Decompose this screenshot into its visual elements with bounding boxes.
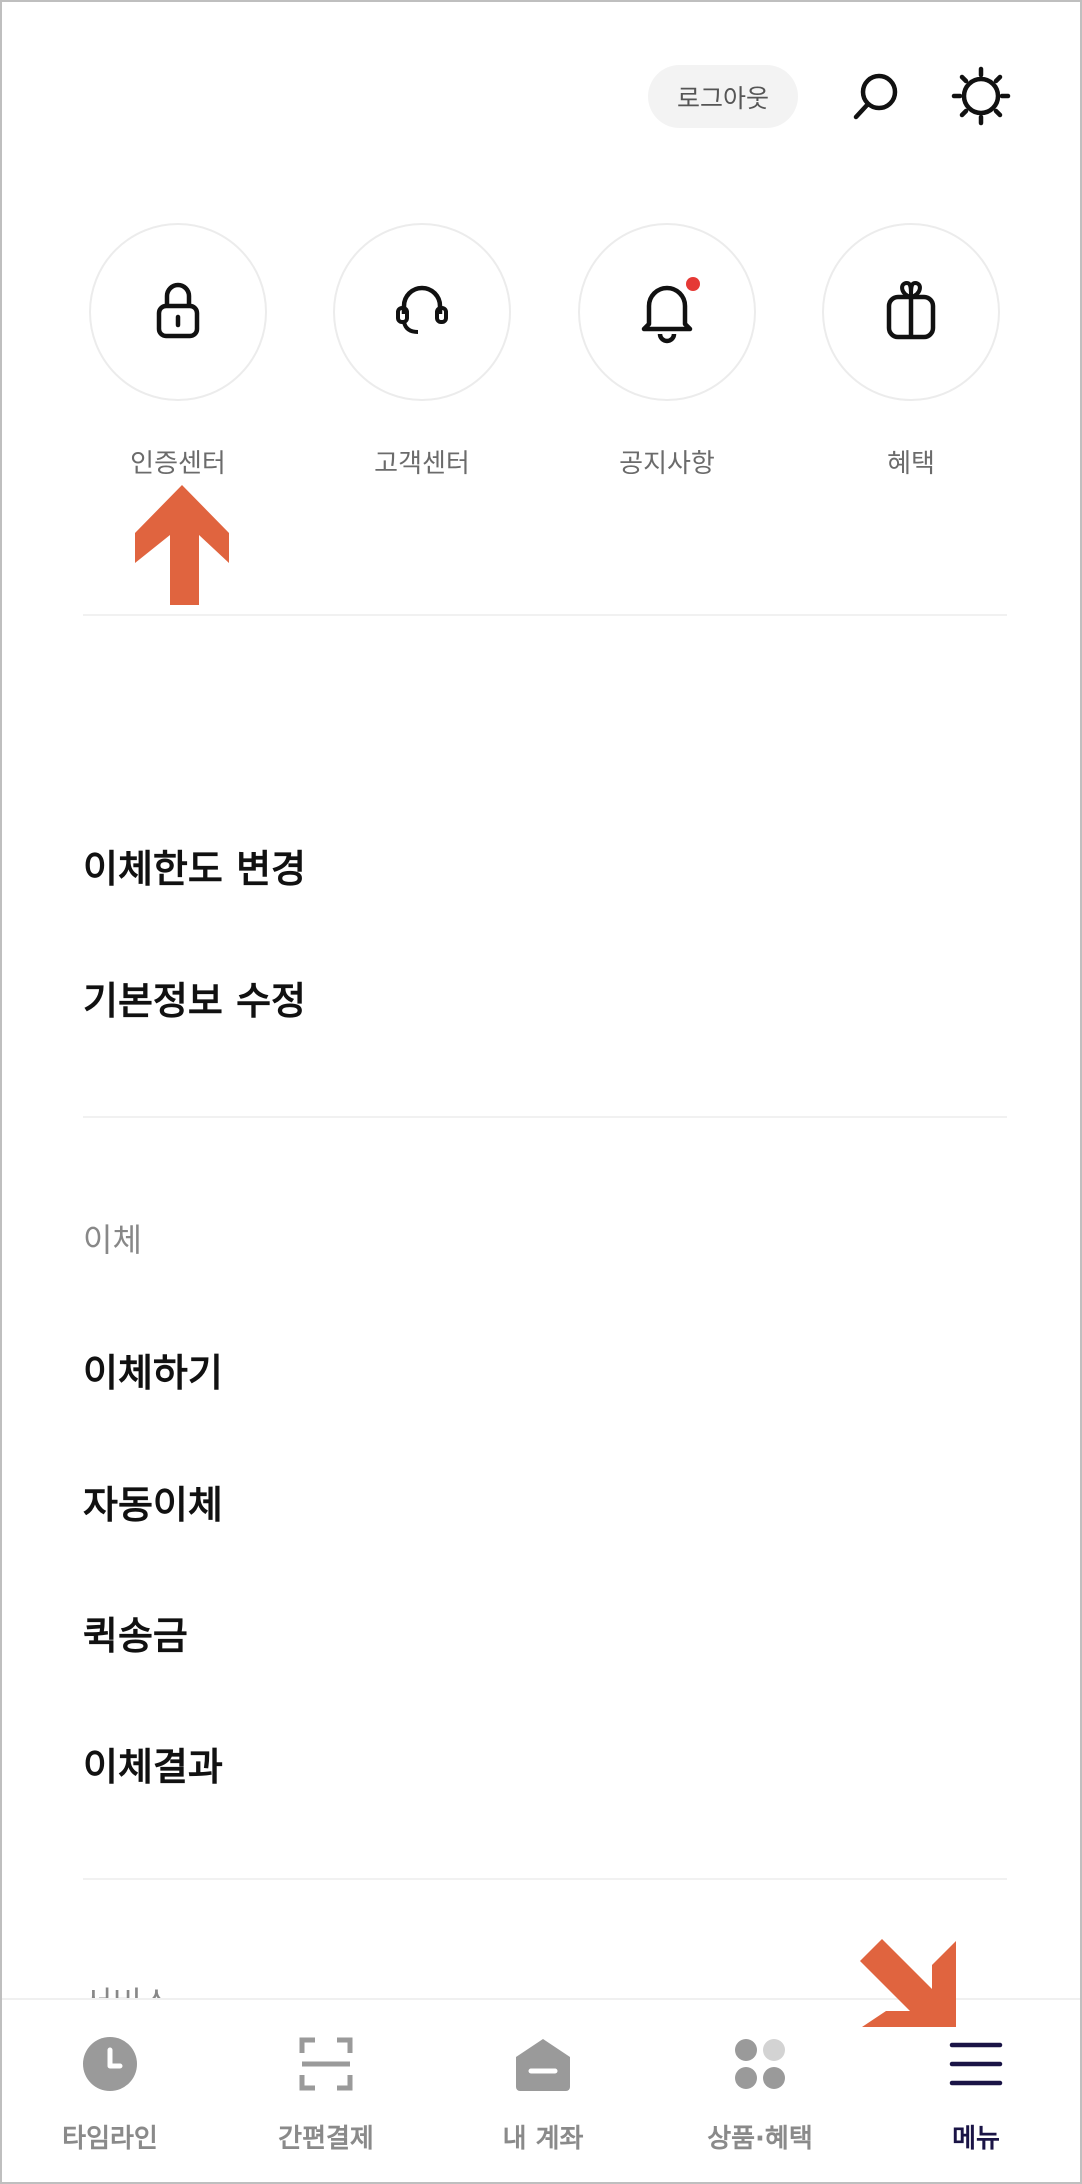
quick-item-notices[interactable]: 공지사항 xyxy=(577,223,757,480)
nav-item-timeline[interactable]: 타임라인 xyxy=(2,2000,218,2182)
nav-item-products-benefits[interactable]: 상품·혜택 xyxy=(652,2000,868,2182)
menu-item-auto-transfer[interactable]: 자동이체 xyxy=(83,1474,223,1529)
divider xyxy=(83,614,1007,616)
gift-icon xyxy=(881,277,941,347)
quick-item-circle xyxy=(89,223,267,401)
quick-item-circle xyxy=(333,223,511,401)
nav-item-my-account[interactable]: 내 계좌 xyxy=(435,2000,651,2182)
clock-icon xyxy=(78,2032,142,2096)
annotation-arrow-down-right-icon xyxy=(860,1931,956,2031)
quick-item-benefits[interactable]: 혜택 xyxy=(821,223,1001,480)
quick-item-circle xyxy=(578,223,756,401)
scan-icon xyxy=(294,2032,358,2096)
notification-badge xyxy=(686,277,700,291)
dots-grid-icon xyxy=(728,2032,792,2096)
app-screen: 로그아웃 인증센터 고객센터 공지사항 혜택 이체한도 변경 기본정보 수정 이… xyxy=(0,0,1082,2184)
gear-icon[interactable] xyxy=(949,64,1013,128)
quick-item-circle xyxy=(822,223,1000,401)
menu-item-transfer-result[interactable]: 이체결과 xyxy=(83,1736,223,1791)
quick-item-label: 혜택 xyxy=(887,449,935,479)
quick-item-label: 공지사항 xyxy=(619,449,715,479)
menu-item-edit-profile[interactable]: 기본정보 수정 xyxy=(83,970,306,1025)
quick-item-customer-center[interactable]: 고객센터 xyxy=(332,223,512,480)
nav-label: 메뉴 xyxy=(952,2124,1000,2154)
divider xyxy=(83,1878,1007,1880)
headset-icon xyxy=(390,278,454,346)
nav-label: 타임라인 xyxy=(62,2124,158,2154)
quick-item-auth-center[interactable]: 인증센터 xyxy=(88,223,268,480)
nav-label: 상품·혜택 xyxy=(707,2124,813,2154)
divider xyxy=(83,1116,1007,1118)
wallet-icon xyxy=(511,2032,575,2096)
logout-button[interactable]: 로그아웃 xyxy=(648,65,798,128)
menu-item-transfer-limit[interactable]: 이체한도 변경 xyxy=(83,838,306,893)
section-title-transfer: 이체 xyxy=(83,1221,142,1259)
menu-item-quick-transfer[interactable]: 퀵송금 xyxy=(83,1605,188,1660)
search-icon[interactable] xyxy=(844,64,908,128)
lock-icon xyxy=(150,278,206,346)
quick-item-label: 인증센터 xyxy=(130,449,226,479)
nav-label: 내 계좌 xyxy=(502,2124,584,2154)
hamburger-menu-icon xyxy=(944,2032,1008,2096)
annotation-arrow-up-icon xyxy=(135,485,229,609)
nav-item-easy-pay[interactable]: 간편결제 xyxy=(218,2000,434,2182)
menu-item-transfer[interactable]: 이체하기 xyxy=(83,1342,223,1397)
quick-item-label: 고객센터 xyxy=(374,449,470,479)
nav-label: 간편결제 xyxy=(278,2124,374,2154)
